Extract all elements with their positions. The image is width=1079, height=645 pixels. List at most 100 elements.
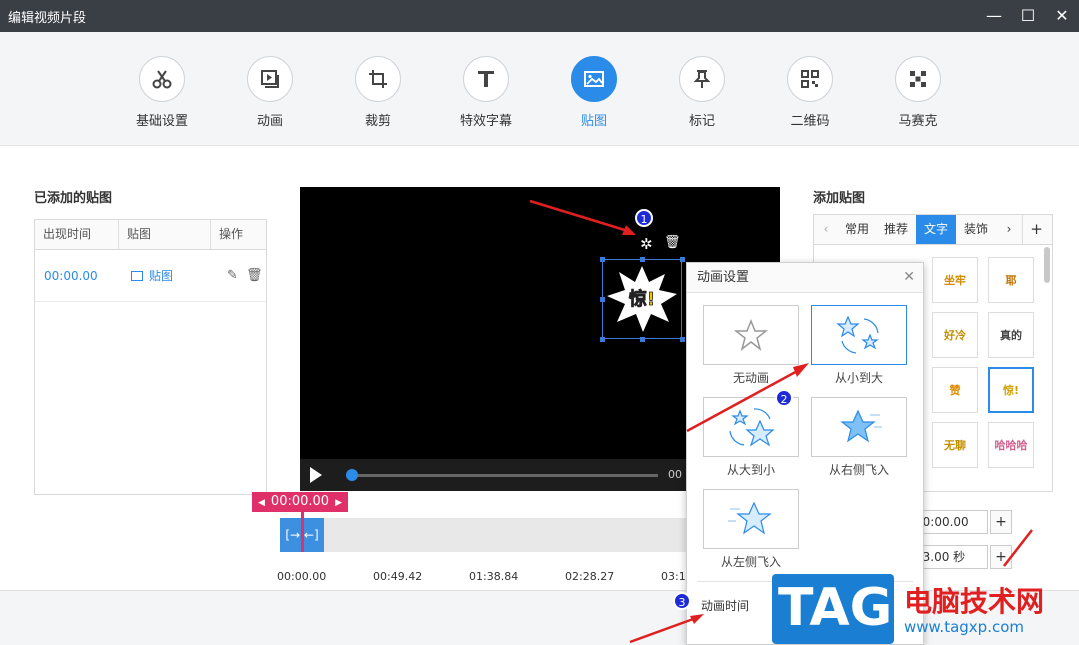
sticker-thumb[interactable]: 赞 <box>932 367 978 413</box>
tab-label: 特效字幕 <box>459 114 512 129</box>
qrcode-icon <box>787 56 833 102</box>
anim-option-label: 从大到小 <box>726 463 775 477</box>
table-header: 出现时间 贴图 操作 <box>35 220 266 250</box>
image-icon <box>571 56 617 102</box>
star-icon <box>734 318 768 351</box>
tab-marker[interactable]: 标记 <box>662 56 742 129</box>
tab-sticker[interactable]: 贴图 <box>554 56 634 129</box>
fly-right-star-icon <box>840 409 882 443</box>
tab-prev-icon[interactable]: ‹ <box>814 215 838 244</box>
timeline-tick: 00:00.00 <box>277 570 327 583</box>
title-bar: 编辑视频片段 — ☐ ✕ <box>0 0 1079 32</box>
column-header: 操作 <box>219 227 244 241</box>
anim-option-label: 从左侧飞入 <box>720 555 781 569</box>
arrow-annotation <box>1003 529 1033 567</box>
timeline-tick: 01:38.84 <box>469 570 519 583</box>
animation-settings-icon[interactable]: ✲ <box>640 235 653 253</box>
timeline-tick: 02:28.27 <box>565 570 615 583</box>
pin-icon <box>679 56 725 102</box>
sticker-text: 惊! <box>629 288 655 310</box>
site-url: www.tagxp.com <box>904 618 1024 636</box>
zoom-in-stars-icon <box>836 315 879 354</box>
progress-bar[interactable] <box>348 474 658 477</box>
tab-decoration[interactable]: 装饰 <box>956 215 996 244</box>
edit-icon[interactable]: ✎ <box>227 268 238 283</box>
sticker-thumb[interactable]: 真的 <box>988 312 1034 358</box>
tab-qrcode[interactable]: 二维码 <box>770 56 850 129</box>
add-tab-icon[interactable]: + <box>1022 215 1050 244</box>
sticker-thumb[interactable]: 哈哈哈 <box>988 422 1034 468</box>
sticker-thumb[interactable]: 好冷 <box>932 312 978 358</box>
scissors-icon <box>139 56 185 102</box>
added-stickers-table: 出现时间 贴图 操作 00:00.00 贴图 ✎ 🗑 <box>34 219 267 495</box>
text-icon <box>463 56 509 102</box>
play-button[interactable] <box>310 467 322 483</box>
step-badge-3: 3 <box>673 592 691 610</box>
tab-common[interactable]: 常用 <box>838 215 876 244</box>
tab-animation[interactable]: 动画 <box>230 56 310 129</box>
library-scrollbar[interactable] <box>1044 247 1050 283</box>
delete-icon[interactable]: 🗑 <box>246 268 263 283</box>
timeline-tick: 00:49.42 <box>373 570 423 583</box>
animation-icon <box>247 56 293 102</box>
timeline-track[interactable]: [→ ←] <box>280 510 700 552</box>
tab-label: 二维码 <box>790 114 830 129</box>
column-header: 出现时间 <box>35 220 119 249</box>
minimize-button[interactable]: — <box>980 4 1008 28</box>
tab-effect-subtitle[interactable]: 特效字幕 <box>446 56 526 129</box>
playhead-time[interactable]: ◀ 00:00.00 ▶ <box>252 492 348 512</box>
anim-option-none[interactable] <box>703 305 799 365</box>
progress-knob[interactable] <box>346 469 358 481</box>
tab-crop[interactable]: 裁剪 <box>338 56 418 129</box>
tag-logo: TAG <box>772 574 894 644</box>
playhead-label: 00:00.00 <box>270 494 330 509</box>
column-header: 贴图 <box>119 220 211 249</box>
tab-recommend[interactable]: 推荐 <box>876 215 916 244</box>
image-icon <box>131 270 143 281</box>
tag-logo-text: TAG <box>778 578 893 638</box>
arrow-annotation <box>529 199 636 235</box>
sticker-thumb[interactable]: 耶 <box>988 257 1034 303</box>
tab-label: 动画 <box>256 114 283 129</box>
row-time: 00:00.00 <box>44 268 98 283</box>
tab-label: 贴图 <box>580 114 607 129</box>
row-actions: ✎ 🗑 <box>211 268 266 283</box>
current-time: 00 <box>668 468 682 481</box>
arrow-annotation <box>629 614 704 644</box>
window-title: 编辑视频片段 <box>8 11 87 26</box>
anim-option-label: 从小到大 <box>834 371 883 385</box>
table-row[interactable]: 00:00.00 贴图 ✎ 🗑 <box>35 250 266 302</box>
site-watermark: TAG 电脑技术网 www.tagxp.com <box>772 572 1079 645</box>
row-sticker-label: 贴图 <box>149 269 174 283</box>
anim-option-label: 从右侧飞入 <box>828 463 889 477</box>
tab-basic-settings[interactable]: 基础设置 <box>122 56 202 129</box>
fly-left-star-icon <box>728 501 772 535</box>
sticker-on-canvas[interactable]: 惊! <box>600 257 685 342</box>
sticker-thumb-selected[interactable]: 惊! <box>988 367 1034 413</box>
arrow-annotation <box>686 363 809 433</box>
playhead-line <box>301 510 304 552</box>
add-sticker-title: 添加贴图 <box>813 191 866 206</box>
sticker-thumb[interactable]: 坐牢 <box>932 257 978 303</box>
dialog-title: 动画设置 <box>687 263 923 293</box>
site-name: 电脑技术网 <box>904 585 1045 618</box>
anim-option-fly-from-left[interactable] <box>703 489 799 549</box>
row-sticker: 贴图 <box>119 267 211 284</box>
mosaic-icon <box>895 56 941 102</box>
tab-label: 基础设置 <box>135 114 188 129</box>
anim-option-fly-from-right[interactable] <box>811 397 907 457</box>
tab-label: 马赛克 <box>898 114 938 129</box>
tab-text[interactable]: 文字 <box>916 215 956 244</box>
close-icon[interactable]: ✕ <box>903 269 915 285</box>
anim-option-zoom-in[interactable] <box>811 305 907 365</box>
close-button[interactable]: ✕ <box>1048 4 1076 28</box>
tool-tabs: 基础设置 动画 裁剪 特效字幕 贴图 标记 二维码 马赛克 <box>0 32 1079 146</box>
maximize-button[interactable]: ☐ <box>1014 4 1042 28</box>
tab-next-icon[interactable]: › <box>996 215 1022 244</box>
tab-mosaic[interactable]: 马赛克 <box>878 56 958 129</box>
delete-icon[interactable]: 🗑 <box>664 235 681 250</box>
added-stickers-title: 已添加的贴图 <box>34 191 113 206</box>
sticker-tabs: ‹ 常用 推荐 文字 装饰 › + <box>814 215 1052 245</box>
tab-label: 标记 <box>688 114 715 129</box>
sticker-thumb[interactable]: 无聊 <box>932 422 978 468</box>
